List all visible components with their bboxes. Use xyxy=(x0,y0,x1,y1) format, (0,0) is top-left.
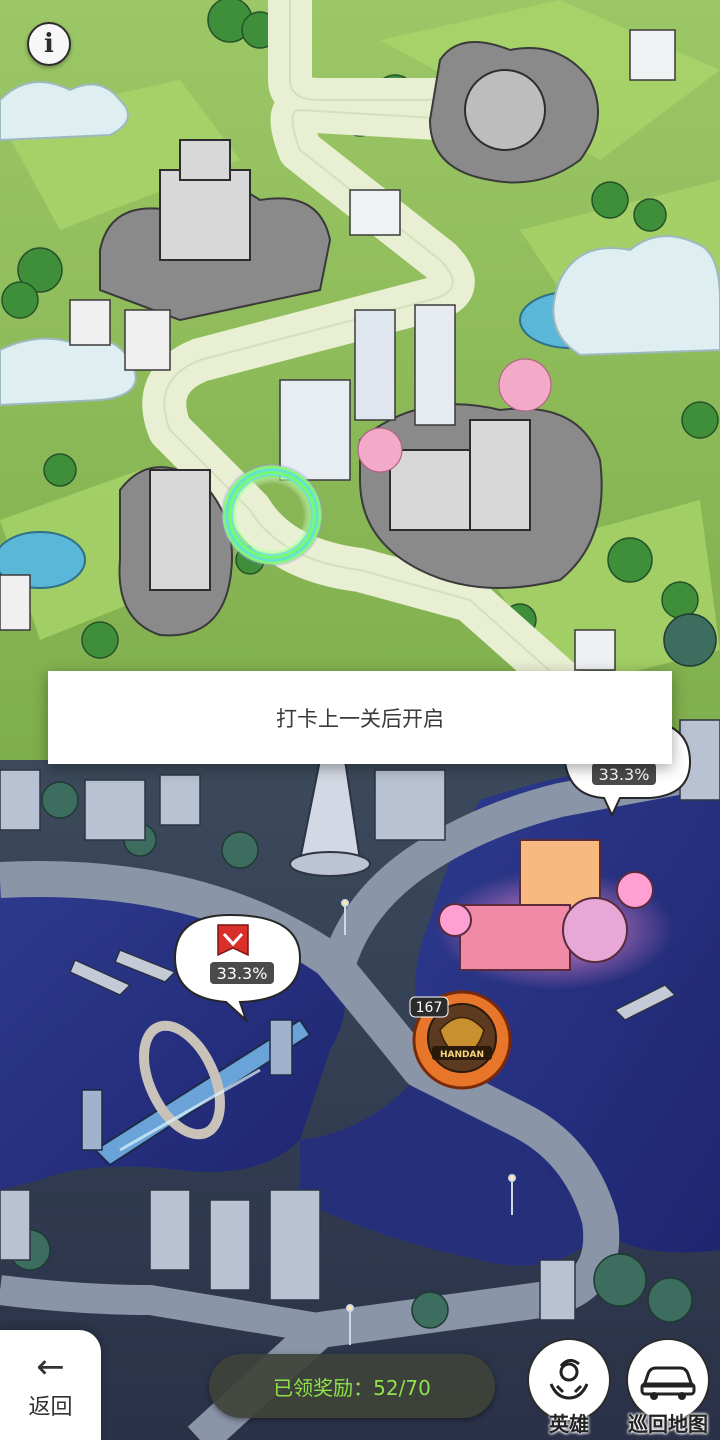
hero-icon xyxy=(549,1359,589,1400)
patrol-map-label: 巡回地图 xyxy=(628,1412,708,1436)
back-button[interactable]: ← 返回 xyxy=(0,1330,101,1440)
toast-text: 打卡上一关后开启 xyxy=(276,706,444,731)
progress-percent: 33.3% xyxy=(599,765,650,784)
player-level: 167 xyxy=(416,1000,443,1016)
car-icon xyxy=(640,1366,696,1400)
info-button[interactable]: i xyxy=(27,22,71,66)
player-badge-text: HANDAN xyxy=(440,1050,484,1060)
back-label: 返回 xyxy=(28,1395,73,1420)
info-icon: i xyxy=(44,29,54,59)
progress-percent: 33.3% xyxy=(217,964,268,983)
arrow-left-icon: ← xyxy=(36,1347,65,1387)
rewards-label: 已领奖励：52/70 xyxy=(273,1375,431,1400)
hero-label: 英雄 xyxy=(549,1412,589,1436)
locked-toast: 打卡上一关后开启 xyxy=(48,671,672,764)
portal-marker xyxy=(220,463,324,567)
rewards-counter[interactable]: 已领奖励：52/70 xyxy=(209,1354,495,1418)
